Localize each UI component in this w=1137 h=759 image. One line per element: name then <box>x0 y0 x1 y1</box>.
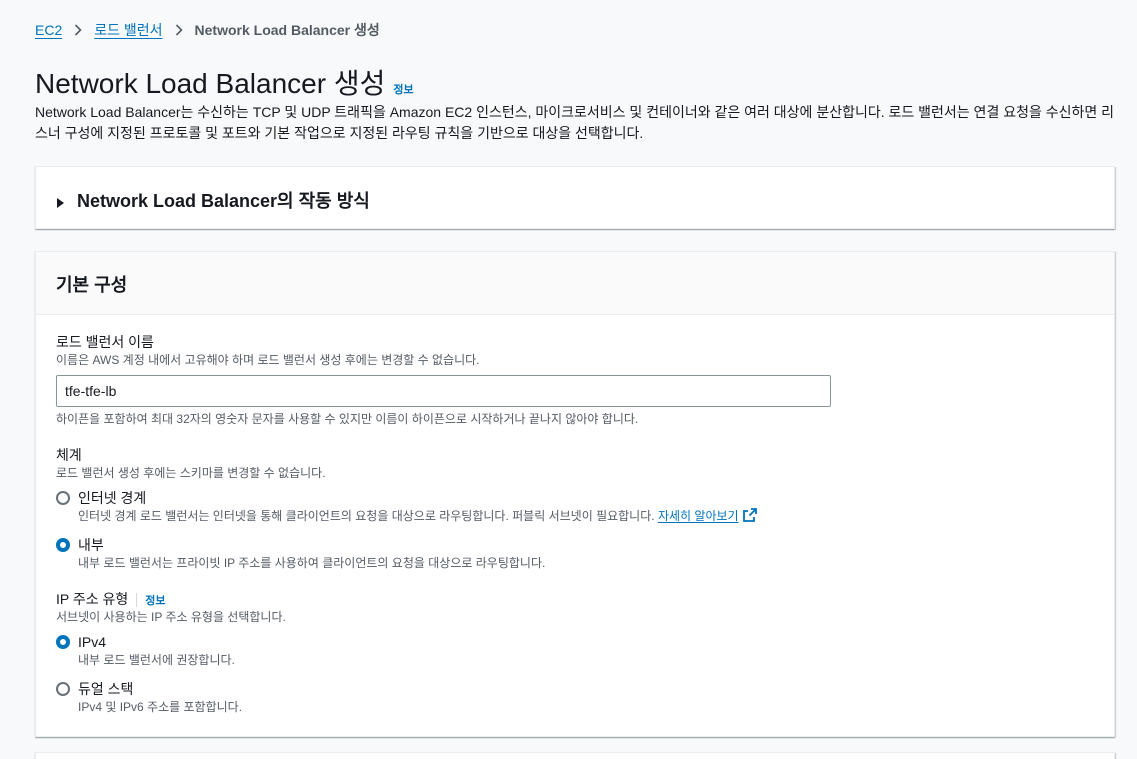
learn-more-link[interactable]: 자세히 알아보기 <box>658 509 739 523</box>
radio-label: 내부 <box>78 537 104 553</box>
panel-body: 로드 밸런서 이름 이름은 AWS 계정 내에서 고유해야 하며 로드 밸런서 … <box>36 315 1114 752</box>
external-link-icon[interactable] <box>742 508 757 522</box>
radio-button-selected[interactable] <box>56 635 70 649</box>
lb-name-input[interactable]: tfe-tfe-lb <box>56 375 831 407</box>
basic-config-panel: 기본 구성 로드 밸런서 이름 이름은 AWS 계정 내에서 고유해야 하며 로… <box>35 251 1115 737</box>
panel-title: 기본 구성 <box>56 275 128 295</box>
panel-header: 기본 구성 <box>36 252 1114 315</box>
caret-right-icon <box>56 195 65 208</box>
scheme-option-internet-facing[interactable]: 인터넷 경계 인터넷 경계 로드 밸런서는 인터넷을 통해 클라이언트의 요청을… <box>56 488 1094 525</box>
how-it-works-expander[interactable]: Network Load Balancer의 작동 방식 <box>36 167 1114 233</box>
radio-button-selected[interactable] <box>56 538 70 552</box>
ip-type-option-ipv4[interactable]: IPv4 내부 로드 밸런서에 권장합니다. <box>56 632 1094 669</box>
ip-type-label-row: IP 주소 유형 정보 <box>56 590 1094 609</box>
lb-name-description: 이름은 AWS 계정 내에서 고유해야 하며 로드 밸런서 생성 후에는 변경할… <box>56 353 480 367</box>
scheme-description: 로드 밸런서 생성 후에는 스키마를 변경할 수 없습니다. <box>56 466 326 480</box>
page-description: Network Load Balancer는 수신하는 TCP 및 UDP 트래… <box>35 104 1115 141</box>
ip-type-info-link[interactable]: 정보 <box>145 592 165 608</box>
next-panel <box>35 752 1115 759</box>
scheme-option-internal[interactable]: 내부 내부 로드 밸런서는 프라이빗 IP 주소를 사용하여 클라이언트의 요청… <box>56 535 1094 572</box>
radio-desc-text: 인터넷 경계 로드 밸런서는 인터넷을 통해 클라이언트의 요청을 대상으로 라… <box>78 509 655 523</box>
scheme-field: 체계 로드 밸런서 생성 후에는 스키마를 변경할 수 없습니다. 인터넷 경계… <box>56 446 1094 572</box>
breadcrumb-ec2[interactable]: EC2 <box>35 22 62 38</box>
radio-description: 내부 로드 밸런서에 권장합니다. <box>78 653 235 667</box>
ip-type-radio-group: IPv4 내부 로드 밸런서에 권장합니다. 듀얼 스택 IPv4 및 IPv6… <box>56 632 1094 716</box>
ip-type-label: IP 주소 유형 <box>56 591 129 607</box>
page-title: Network Load Balancer 생성 <box>35 68 386 99</box>
scheme-label: 체계 <box>56 447 82 463</box>
radio-button[interactable] <box>56 682 70 696</box>
radio-label: 듀얼 스택 <box>78 681 134 697</box>
divider <box>136 592 138 607</box>
ip-type-option-dualstack[interactable]: 듀얼 스택 IPv4 및 IPv6 주소를 포함합니다. <box>56 679 1094 716</box>
how-it-works-panel: Network Load Balancer의 작동 방식 <box>35 166 1115 229</box>
page-header: Network Load Balancer 생성 정보 <box>35 62 414 102</box>
radio-description: 내부 로드 밸런서는 프라이빗 IP 주소를 사용하여 클라이언트의 요청을 대… <box>78 556 546 570</box>
ip-type-field: IP 주소 유형 정보 서브넷이 사용하는 IP 주소 유형을 선택합니다. I… <box>56 590 1094 716</box>
expander-title: Network Load Balancer의 작동 방식 <box>77 191 370 211</box>
lb-name-constraint: 하이픈을 포함하여 최대 32자의 영숫자 문자를 사용할 수 있지만 이름이 … <box>56 412 639 426</box>
radio-label: 인터넷 경계 <box>78 490 147 506</box>
radio-label: IPv4 <box>78 634 107 650</box>
lb-name-label: 로드 밸런서 이름 <box>56 334 154 350</box>
radio-description: 인터넷 경계 로드 밸런서는 인터넷을 통해 클라이언트의 요청을 대상으로 라… <box>78 508 757 525</box>
scheme-radio-group: 인터넷 경계 인터넷 경계 로드 밸런서는 인터넷을 통해 클라이언트의 요청을… <box>56 488 1094 572</box>
info-link[interactable]: 정보 <box>393 81 413 97</box>
radio-button[interactable] <box>56 491 70 505</box>
chevron-right-icon <box>173 23 185 37</box>
create-nlb-page: EC2 로드 밸런서 Network Load Balancer 생성 Netw… <box>0 0 1137 759</box>
lb-name-field: 로드 밸런서 이름 이름은 AWS 계정 내에서 고유해야 하며 로드 밸런서 … <box>56 333 1094 428</box>
chevron-right-icon <box>72 23 84 37</box>
radio-description: IPv4 및 IPv6 주소를 포함합니다. <box>78 700 243 714</box>
breadcrumb-current: Network Load Balancer 생성 <box>194 22 380 38</box>
breadcrumb-load-balancers[interactable]: 로드 밸런서 <box>94 20 162 40</box>
ip-type-description: 서브넷이 사용하는 IP 주소 유형을 선택합니다. <box>56 610 286 624</box>
breadcrumb: EC2 로드 밸런서 Network Load Balancer 생성 <box>35 20 380 40</box>
